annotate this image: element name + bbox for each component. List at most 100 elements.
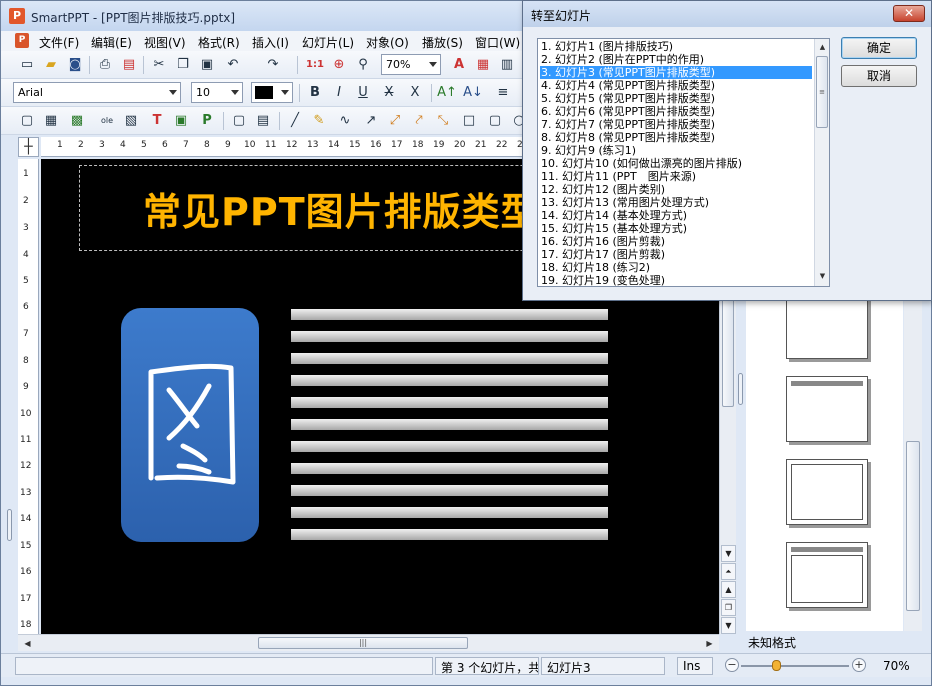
menu-window[interactable]: 窗口(W) [475, 34, 520, 51]
insert-picture-icon[interactable]: ▩ [67, 111, 87, 131]
slide-list-item-selected[interactable]: 3. 幻灯片3 (常见PPT图片排版类型) [539, 65, 813, 80]
new-file-icon[interactable]: ▭ [17, 55, 37, 75]
scroll-down-icon[interactable]: ▼ [721, 545, 736, 562]
ok-button[interactable]: 确定 [841, 37, 917, 59]
document-icon[interactable]: P [15, 33, 29, 48]
panel-toggle-handle[interactable] [738, 373, 743, 405]
close-icon[interactable]: ✕ [893, 5, 925, 22]
slide-view-icon[interactable]: ❐ [721, 599, 736, 616]
grid-icon[interactable]: ▥ [497, 55, 517, 75]
slide-list-item[interactable]: 1. 幻灯片1 (图片排版技巧) [540, 40, 812, 53]
scroll-up-icon[interactable]: ▲ [816, 40, 829, 55]
elbow-connector-icon[interactable]: ⤤ [409, 111, 429, 131]
slide-list-item[interactable]: 8. 幻灯片8 (常见PPT图片排版类型) [540, 131, 812, 144]
slide-list-item[interactable]: 6. 幻灯片6 (常见PPT图片排版类型) [540, 105, 812, 118]
slide-list-item[interactable]: 12. 幻灯片12 (图片类别) [540, 183, 812, 196]
panel-toggle-handle[interactable] [7, 509, 12, 541]
slide-thumbnail[interactable] [786, 376, 868, 442]
menu-view[interactable]: 视图(V) [144, 34, 186, 51]
open-folder-icon[interactable]: ▰ [41, 55, 61, 75]
slide-list-item[interactable]: 4. 幻灯片4 (常见PPT图片排版类型) [540, 79, 812, 92]
text-box-icon[interactable]: T [147, 111, 167, 131]
slide-list-item[interactable]: 15. 幻灯片15 (基本处理方式) [540, 222, 812, 235]
slide-list-item[interactable]: 14. 幻灯片14 (基本处理方式) [540, 209, 812, 222]
redo-icon[interactable]: ↷ [263, 55, 283, 75]
pdf-icon[interactable]: ▤ [119, 55, 139, 75]
menu-slide[interactable]: 幻灯片(L) [302, 34, 354, 51]
slide-list-item[interactable]: 7. 幻灯片7 (常见PPT图片排版类型) [540, 118, 812, 131]
slide-list-item[interactable]: 17. 幻灯片17 (图片剪裁) [540, 248, 812, 261]
slide-list-item[interactable]: 5. 幻灯片5 (常见PPT图片排版类型) [540, 92, 812, 105]
rectangle-tool-icon[interactable]: □ [459, 111, 479, 131]
bold-icon[interactable]: B [305, 83, 325, 103]
font-name-combo[interactable]: Arial [13, 82, 181, 103]
line-tool-icon[interactable]: ╱ [285, 111, 305, 131]
slide-list-item[interactable]: 2. 幻灯片2 (图片在PPT中的作用) [540, 53, 812, 66]
zoom-out-icon[interactable]: − [725, 658, 739, 672]
canvas-horizontal-scrollbar[interactable]: ◀ ||| ▶ [18, 634, 719, 651]
scrollbar-thumb[interactable] [906, 441, 920, 611]
slide-thumbnail[interactable] [786, 542, 868, 608]
paste-icon[interactable]: ▣ [197, 55, 217, 75]
slide-list-item[interactable]: 19. 幻灯片19 (变色处理) [540, 274, 812, 286]
pen-tool-icon[interactable]: ✎ [309, 111, 329, 131]
dialog-title-bar[interactable]: 转至幻灯片 ✕ [523, 1, 931, 27]
menu-file[interactable]: 文件(F) [39, 34, 79, 51]
thumbnail-scrollbar[interactable] [904, 301, 922, 631]
zoom-slider[interactable] [741, 665, 849, 667]
slide-thumbnail[interactable] [786, 459, 868, 525]
grow-font-icon[interactable]: A↑ [437, 83, 457, 103]
scroll-right-icon[interactable]: ▶ [702, 636, 717, 651]
scrollbar-thumb[interactable]: ≡ [816, 56, 828, 128]
slide-title[interactable]: 常见PPT图片排版类型 [143, 181, 540, 236]
italic-icon[interactable]: I [329, 83, 349, 103]
ungroup-icon[interactable]: ▤ [253, 111, 273, 131]
cancel-button[interactable]: 取消 [841, 65, 917, 87]
ruler-corner-button[interactable]: ┼ [18, 137, 39, 157]
scrollbar-thumb[interactable] [722, 297, 734, 407]
group-icon[interactable]: ▢ [229, 111, 249, 131]
actual-size-icon[interactable]: 1:1 [305, 55, 325, 75]
select-frame-icon[interactable]: ▢ [17, 111, 37, 131]
menu-object[interactable]: 对象(O) [366, 34, 409, 51]
undo-icon[interactable]: ↶ [223, 55, 243, 75]
scrollbar-thumb[interactable]: ||| [258, 637, 468, 649]
insert-chart-icon[interactable]: ▧ [121, 111, 141, 131]
frame-icon[interactable]: ▣ [171, 111, 191, 131]
picture-card[interactable] [121, 308, 259, 542]
menu-edit[interactable]: 编辑(E) [91, 34, 132, 51]
slide-list-item[interactable]: 18. 幻灯片18 (练习2) [540, 261, 812, 274]
font-color-combo[interactable] [251, 82, 293, 103]
menu-format[interactable]: 格式(R) [198, 34, 240, 51]
table-icon[interactable]: ▦ [473, 55, 493, 75]
slide-list[interactable]: 1. 幻灯片1 (图片排版技巧) 2. 幻灯片2 (图片在PPT中的作用) 3.… [537, 38, 830, 287]
align-left-icon[interactable]: ≡ [493, 83, 513, 103]
save-icon[interactable]: ◙ [65, 55, 85, 75]
zoom-combo[interactable]: 70% [381, 54, 441, 75]
strikethrough-icon[interactable]: X [379, 83, 399, 103]
ole-object-icon[interactable]: ole [97, 111, 117, 131]
insert-table-icon[interactable]: ▦ [41, 111, 61, 131]
shrink-font-icon[interactable]: A↓ [463, 83, 483, 103]
prev-slide-icon[interactable]: ▲ [721, 581, 736, 598]
next-slide-icon[interactable]: ▼ [721, 617, 736, 634]
copy-icon[interactable]: ❐ [173, 55, 193, 75]
rounded-rect-tool-icon[interactable]: ▢ [485, 111, 505, 131]
first-slide-icon[interactable]: ⏶ [721, 563, 736, 580]
placeholder-icon[interactable]: P [197, 111, 217, 131]
curved-connector-icon[interactable]: ⤡ [433, 111, 453, 131]
slide-list-item[interactable]: 10. 幻灯片10 (如何做出漂亮的图片排版) [540, 157, 812, 170]
text-color-icon[interactable]: A [449, 55, 469, 75]
menu-play[interactable]: 播放(S) [422, 34, 463, 51]
zoom-in-icon[interactable]: + [852, 658, 866, 672]
scroll-left-icon[interactable]: ◀ [20, 636, 35, 651]
menu-insert[interactable]: 插入(I) [252, 34, 289, 51]
slide-list-item[interactable]: 13. 幻灯片13 (常用图片处理方式) [540, 196, 812, 209]
print-icon[interactable]: ⎙ [95, 55, 115, 75]
curve-tool-icon[interactable]: ∿ [335, 111, 355, 131]
zoom-fit-icon[interactable]: ⊕ [329, 55, 349, 75]
clear-format-icon[interactable]: X [405, 83, 425, 103]
slide-list-scrollbar[interactable]: ▲ ≡ ▼ [814, 39, 829, 286]
slide-list-item[interactable]: 11. 幻灯片11 (PPT 图片来源) [540, 170, 812, 183]
underline-icon[interactable]: U [353, 83, 373, 103]
